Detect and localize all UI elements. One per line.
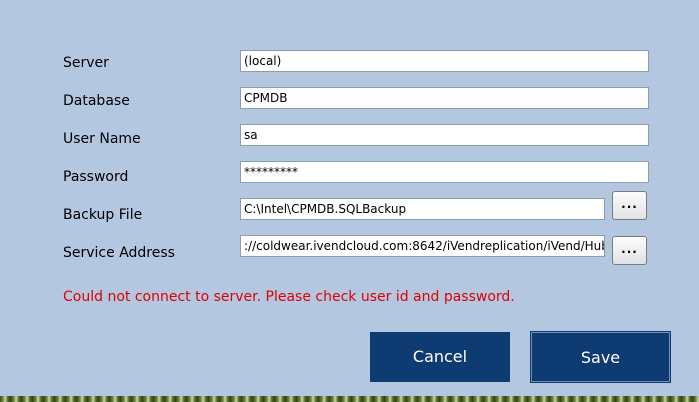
service-address-label: Service Address bbox=[63, 245, 175, 261]
server-label: Server bbox=[63, 55, 109, 71]
backup-file-field[interactable]: C:\Intel\CPMDB.SQLBackup bbox=[240, 198, 605, 220]
password-label: Password bbox=[63, 169, 129, 185]
server-field[interactable]: (local) bbox=[240, 50, 649, 72]
password-field[interactable]: ********* bbox=[240, 161, 649, 183]
backup-file-browse-button[interactable]: ... bbox=[612, 191, 647, 220]
username-field[interactable]: sa bbox=[240, 124, 649, 146]
save-button[interactable]: Save bbox=[530, 331, 671, 383]
service-address-field[interactable]: ://coldwear.ivendcloud.com:8642/iVendrep… bbox=[240, 235, 605, 257]
database-label: Database bbox=[63, 93, 130, 109]
desktop-background-strip bbox=[0, 396, 699, 402]
error-message: Could not connect to server. Please chec… bbox=[63, 289, 515, 305]
backup-file-label: Backup File bbox=[63, 207, 143, 223]
connection-settings-dialog: Server (local) Database CPMDB User Name … bbox=[0, 0, 699, 396]
username-label: User Name bbox=[63, 131, 141, 147]
database-field[interactable]: CPMDB bbox=[240, 87, 649, 109]
cancel-button[interactable]: Cancel bbox=[370, 332, 510, 382]
service-address-browse-button[interactable]: ... bbox=[612, 236, 647, 265]
